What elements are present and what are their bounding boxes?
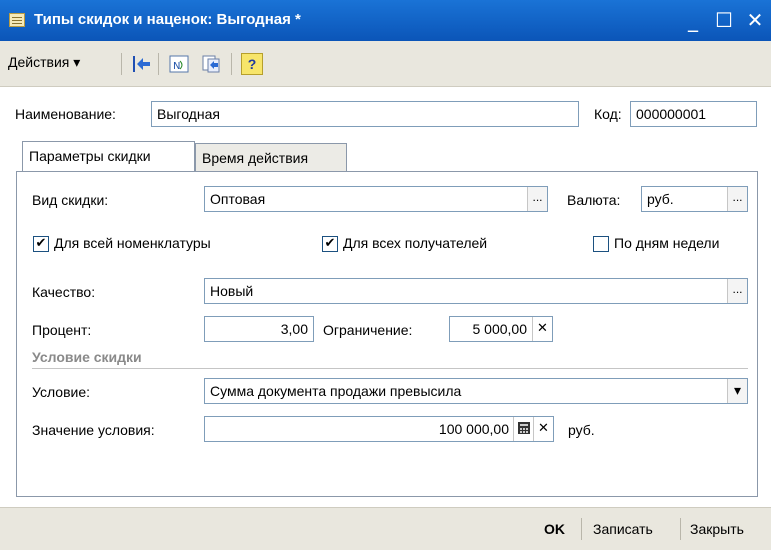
condition-unit-label: руб.: [568, 422, 595, 438]
actions-menu[interactable]: Действия ▾: [8, 54, 80, 71]
name-input[interactable]: Выгодная: [151, 101, 579, 127]
all-recipients-label: Для всех получателей: [343, 235, 488, 251]
condition-label: Условие:: [32, 384, 91, 400]
transfer-icon[interactable]: [200, 53, 222, 75]
save-button[interactable]: Записать: [593, 516, 653, 542]
percent-label: Процент:: [32, 322, 92, 338]
calculator-icon[interactable]: [513, 417, 533, 441]
discount-type-input[interactable]: Оптовая: [204, 186, 548, 212]
all-nomenclature-checkbox[interactable]: ✔: [33, 236, 49, 252]
close-form-button[interactable]: Закрыть: [690, 516, 744, 542]
title-bar[interactable]: Типы скидок и наценок: Выгодная * _ ☐ ✕: [0, 0, 771, 41]
footer-separator: [680, 518, 681, 540]
window-title: Типы скидок и наценок: Выгодная *: [34, 11, 301, 28]
section-divider: [32, 368, 748, 369]
chevron-down-icon: ▾: [73, 54, 81, 70]
footer-separator: [581, 518, 582, 540]
all-recipients-checkbox[interactable]: ✔: [322, 236, 338, 252]
currency-select-button[interactable]: ...: [727, 187, 747, 211]
quality-input[interactable]: Новый: [204, 278, 748, 304]
chevron-down-icon[interactable]: ▾: [727, 379, 747, 403]
section-title-discount-condition: Условие скидки: [32, 349, 142, 365]
code-input[interactable]: 000000001: [630, 101, 757, 127]
weekdays-label: По дням недели: [614, 235, 720, 251]
condition-amount-input[interactable]: 100 000,00: [204, 416, 554, 442]
toolbar-separator: [121, 53, 122, 75]
condition-value-label: Значение условия:: [32, 422, 155, 438]
toolbar-separator: [231, 53, 232, 75]
footer-bar: OK Записать Закрыть: [0, 507, 771, 550]
help-icon[interactable]: ?: [241, 53, 263, 75]
all-nomenclature-label: Для всей номенклатуры: [54, 235, 211, 251]
quality-select-button[interactable]: ...: [727, 279, 747, 303]
code-label: Код:: [594, 106, 622, 122]
percent-input[interactable]: 3,00: [204, 316, 314, 342]
limit-label: Ограничение:: [323, 322, 413, 338]
condition-select[interactable]: Сумма документа продажи превысила: [204, 378, 748, 404]
clear-icon[interactable]: ✕: [532, 317, 552, 341]
dialog-window: Типы скидок и наценок: Выгодная * _ ☐ ✕ …: [0, 0, 771, 550]
discount-type-select-button[interactable]: ...: [527, 187, 547, 211]
close-button[interactable]: ✕: [742, 6, 768, 34]
tab-panel: Вид скидки: Оптовая ... Валюта: руб. ...…: [16, 171, 758, 497]
minimize-button[interactable]: _: [680, 6, 706, 34]
tab-discount-parameters[interactable]: Параметры скидки: [22, 141, 195, 172]
tabs-container: Параметры скидки Время действия Вид скид…: [16, 141, 758, 499]
ok-button[interactable]: OK: [544, 516, 565, 542]
go-back-icon[interactable]: [131, 53, 153, 75]
tab-validity-period[interactable]: Время действия: [195, 143, 347, 172]
calendar-structure-icon[interactable]: N: [168, 53, 190, 75]
maximize-button[interactable]: ☐: [711, 6, 737, 34]
currency-label: Валюта:: [567, 192, 621, 208]
toolbar-separator: [158, 53, 159, 75]
document-icon: [9, 13, 25, 27]
weekdays-checkbox[interactable]: [593, 236, 609, 252]
svg-text:N: N: [173, 61, 180, 72]
discount-type-label: Вид скидки:: [32, 192, 109, 208]
toolbar: Действия ▾ N ?: [0, 41, 771, 87]
clear-icon[interactable]: ✕: [533, 417, 553, 441]
quality-label: Качество:: [32, 284, 96, 300]
actions-label: Действия: [8, 54, 70, 70]
name-label: Наименование:: [15, 106, 116, 122]
